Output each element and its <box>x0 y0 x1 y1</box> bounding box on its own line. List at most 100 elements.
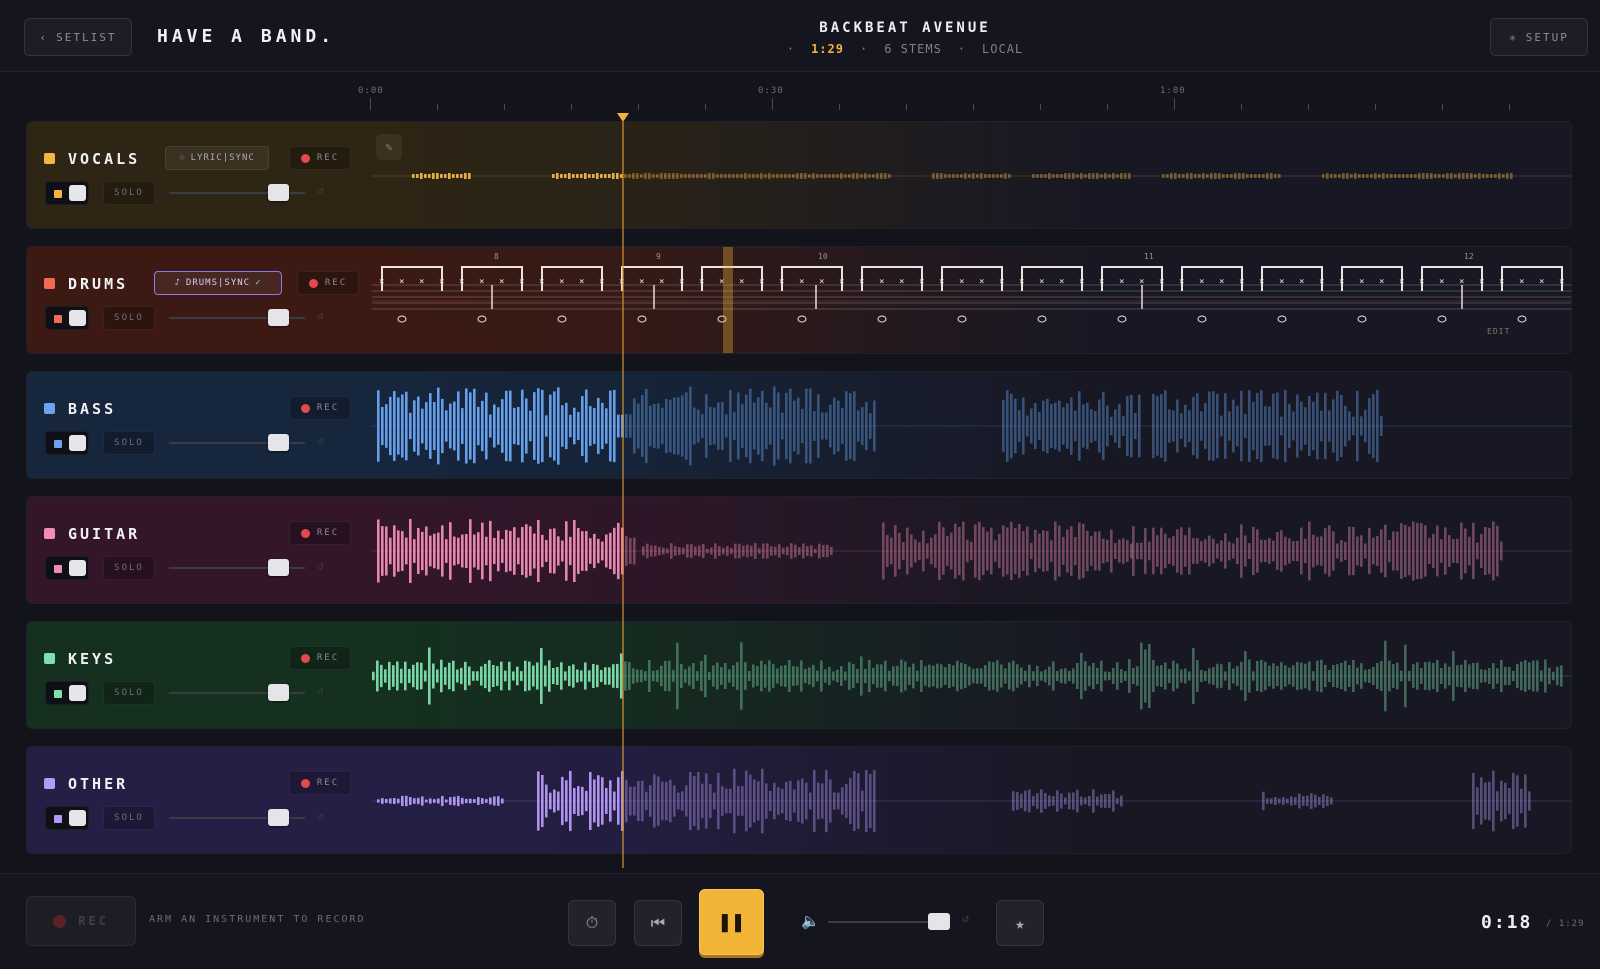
hihat-note: × <box>859 277 864 287</box>
pause-button[interactable]: ❚❚ <box>699 889 764 955</box>
lyric-sync-button[interactable]: ♧ LYRIC|SYNC <box>165 146 269 170</box>
record-dot-icon <box>300 403 310 413</box>
waveform-bar <box>1396 531 1399 571</box>
drum-edit-label[interactable]: EDIT <box>1487 327 1510 336</box>
waveform-bar <box>769 790 772 812</box>
volume-reset-icon[interactable]: ↺ <box>317 309 324 322</box>
arm-record-button[interactable]: REC <box>289 521 351 545</box>
measure-number: 10 <box>818 252 828 261</box>
solo-button[interactable]: SOLO <box>103 181 155 205</box>
pencil-icon[interactable]: ✎ <box>376 134 402 160</box>
track-waveform[interactable] <box>372 622 1571 728</box>
waveform-bar <box>1480 777 1483 825</box>
waveform-bar <box>640 669 643 683</box>
track-waveform[interactable]: 8 9 10 11 12 × × × × × × × × × × × × × × × × × × × × × × × × × × × × × × × ×… <box>372 247 1571 353</box>
waveform-bar <box>742 545 745 557</box>
music-note-icon: ♪ <box>174 278 181 288</box>
waveform-bar <box>804 173 807 179</box>
master-volume-slider[interactable] <box>828 921 938 923</box>
mute-toggle[interactable] <box>45 681 89 705</box>
mute-toggle[interactable] <box>45 181 89 205</box>
volume-reset-icon[interactable]: ↺ <box>317 184 324 197</box>
volume-reset-icon[interactable]: ↺ <box>317 684 324 697</box>
solo-button[interactable]: SOLO <box>103 556 155 580</box>
arm-record-button[interactable]: REC <box>297 271 359 295</box>
setlist-button[interactable]: ‹ SETLIST <box>24 18 132 56</box>
volume-knob[interactable] <box>267 809 289 826</box>
waveform-bar <box>1060 793 1063 809</box>
volume-knob[interactable] <box>267 434 289 451</box>
mute-toggle[interactable] <box>45 431 89 455</box>
waveform-bar <box>964 173 967 179</box>
hihat-note: × <box>399 277 404 287</box>
waveform-bar <box>802 543 805 559</box>
volume-knob[interactable] <box>267 684 289 701</box>
arm-record-button[interactable]: REC <box>289 771 351 795</box>
waveform-bar <box>1444 663 1447 689</box>
waveform-bar <box>468 173 471 179</box>
track-waveform[interactable] <box>372 497 1571 603</box>
hihat-note: × <box>1499 277 1504 287</box>
arm-record-button[interactable]: REC <box>289 396 351 420</box>
hihat-note: × <box>699 277 704 287</box>
restart-button[interactable]: ⏮ <box>634 900 682 946</box>
timeline-ruler[interactable]: 0:00 0:30 1:00 <box>0 76 1600 120</box>
master-record-button[interactable]: REC <box>26 896 136 946</box>
hihat-note: × <box>579 277 584 287</box>
setup-label: SETUP <box>1525 30 1569 44</box>
track-color-swatch <box>44 153 55 164</box>
waveform-bar <box>1068 792 1071 810</box>
waveform-bar <box>1172 660 1175 692</box>
waveform-bar <box>1468 536 1471 566</box>
waveform-bar <box>385 526 388 576</box>
solo-button[interactable]: SOLO <box>103 681 155 705</box>
setup-button[interactable]: ✳ SETUP <box>1490 18 1588 56</box>
track-waveform[interactable] <box>372 747 1571 853</box>
waveform-bar <box>894 525 897 577</box>
volume-reset-icon[interactable]: ↺ <box>317 434 324 447</box>
volume-reset-icon[interactable]: ↺ <box>317 559 324 572</box>
volume-knob[interactable] <box>267 184 289 201</box>
solo-button[interactable]: SOLO <box>103 431 155 455</box>
drums-sync-button[interactable]: ♪ DRUMS|SYNC ✓ <box>154 271 282 295</box>
track-waveform[interactable] <box>372 372 1571 478</box>
track-waveform[interactable] <box>372 122 1571 228</box>
volume-reset-icon[interactable]: ↺ <box>317 809 324 822</box>
waveform-bar <box>1080 796 1083 806</box>
mute-toggle[interactable] <box>45 556 89 580</box>
waveform-bar <box>1388 660 1391 692</box>
waveform-bar <box>1328 410 1331 442</box>
mute-toggle[interactable] <box>45 806 89 830</box>
speaker-icon[interactable]: 🔈 <box>801 912 820 930</box>
metronome-button[interactable]: ⏱ <box>568 900 616 946</box>
sync-label: LYRIC|SYNC <box>190 153 255 163</box>
mute-toggle[interactable] <box>45 306 89 330</box>
arm-record-button[interactable]: REC <box>289 646 351 670</box>
waveform-bar <box>1480 669 1483 683</box>
waveform-bar <box>1352 660 1355 692</box>
waveform-bar <box>700 174 703 178</box>
waveform-bar <box>744 173 747 179</box>
waveform-bar <box>718 546 721 556</box>
solo-button[interactable]: SOLO <box>103 806 155 830</box>
waveform-bar <box>1320 659 1323 693</box>
waveform-bar <box>814 548 817 554</box>
master-volume-reset-icon[interactable]: ↺ <box>962 911 969 925</box>
volume-knob[interactable] <box>267 559 289 576</box>
waveform-bar <box>425 799 428 803</box>
waveform-bar <box>1520 788 1523 814</box>
solo-button[interactable]: SOLO <box>103 306 155 330</box>
waveform-bar <box>1260 659 1263 693</box>
master-volume-knob[interactable] <box>928 913 950 930</box>
waveform-bar <box>585 790 588 812</box>
waveform-bar <box>644 173 647 179</box>
arm-record-button[interactable]: REC <box>289 146 351 170</box>
waveform-bar <box>764 174 767 178</box>
hihat-note: × <box>459 277 464 287</box>
favorite-button[interactable]: ★ <box>996 900 1044 946</box>
volume-knob[interactable] <box>267 309 289 326</box>
waveform-bar <box>1394 174 1397 178</box>
waveform-bar <box>828 174 831 178</box>
waveform-bar <box>844 174 847 178</box>
waveform-bar <box>429 798 432 804</box>
